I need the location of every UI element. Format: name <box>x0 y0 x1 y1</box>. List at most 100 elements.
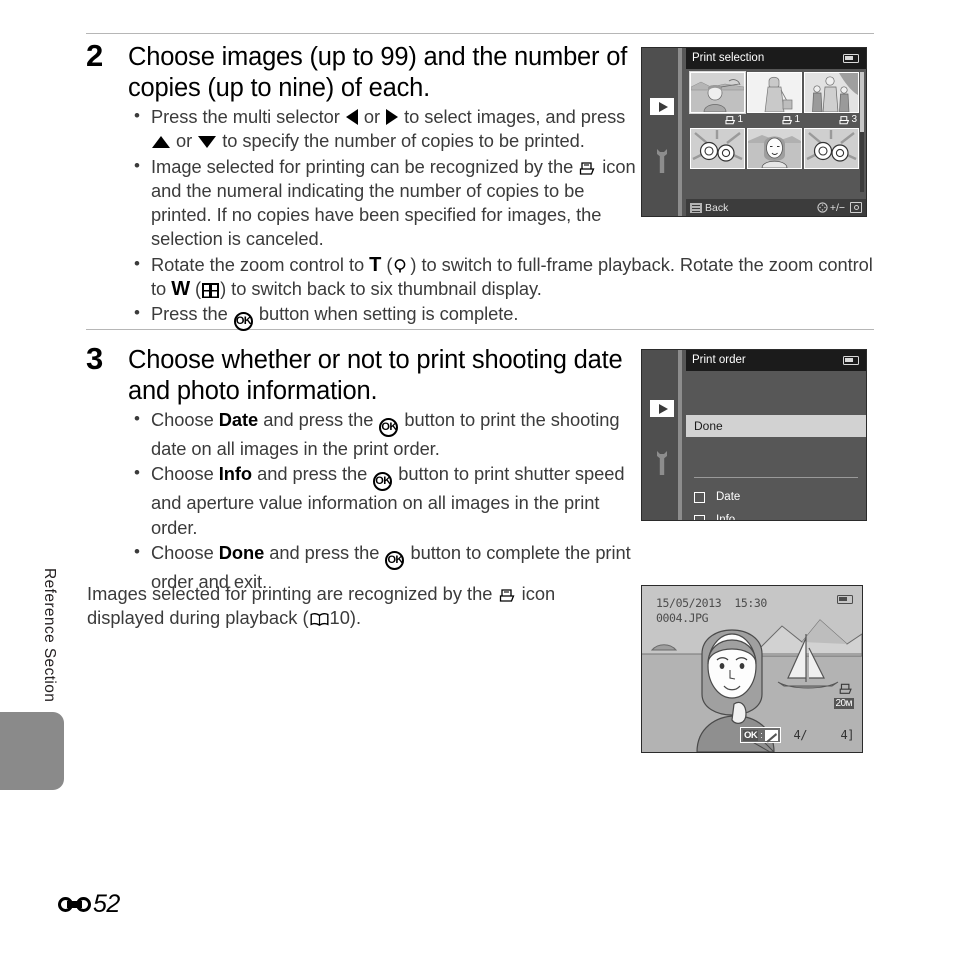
checkbox-label: Info <box>716 514 736 521</box>
scrollbar[interactable] <box>860 72 864 192</box>
ok-hint-bar[interactable]: OK : <box>740 727 781 743</box>
print-selection-screen: Print selection 1 1 3 Back +/− <box>641 47 867 217</box>
battery-icon <box>837 595 853 604</box>
thumbnail-item[interactable]: 3 <box>804 72 859 126</box>
adjust-label: +/− <box>829 201 845 214</box>
thumbnail-image[interactable] <box>804 128 859 169</box>
page-number-value: 52 <box>93 890 120 918</box>
ok-hint-separator: : <box>760 730 763 740</box>
down-arrow-icon <box>198 136 217 149</box>
zoom-tele-label: T <box>369 253 382 276</box>
left-arrow-icon <box>345 109 358 125</box>
thumbnail-item[interactable] <box>804 128 859 182</box>
date-option-label: Date <box>218 409 259 430</box>
print-order-icon <box>499 589 515 602</box>
photo-datetime: 15/05/2013 15:30 0004.JPG <box>656 596 767 626</box>
step-3-bullet-list: Choose Date and press the OK button to p… <box>130 407 650 595</box>
menu-button-icon[interactable] <box>690 202 702 213</box>
zoom-wide-label: W <box>171 278 191 301</box>
step-3-number: 3 <box>86 341 103 376</box>
sidebar-divider <box>678 350 682 520</box>
copies-count: 1 <box>794 114 800 125</box>
thumbnail-item[interactable]: 1 <box>747 72 802 126</box>
thumbnail-copies <box>804 169 859 182</box>
menu-sidebar <box>642 350 682 520</box>
copies-count: 3 <box>851 114 857 125</box>
info-option-label: Info <box>218 463 253 485</box>
scrollbar-thumb[interactable] <box>860 72 864 132</box>
screen-title: Print order <box>686 350 866 371</box>
closing-paragraph: Images selected for printing are recogni… <box>87 583 556 629</box>
thumbnail-item[interactable]: 1 <box>689 71 746 126</box>
list-item: Choose Info and press the OK button to p… <box>130 461 650 540</box>
thumbnail-copies <box>690 169 745 182</box>
checkbox-icon[interactable] <box>694 514 705 520</box>
setup-wrench-icon[interactable] <box>653 148 671 174</box>
photo-girl-under-umbrella <box>691 73 744 112</box>
playback-icon[interactable] <box>650 98 674 115</box>
battery-icon <box>843 54 859 63</box>
magnify-icon <box>395 258 406 273</box>
thumbnail-image[interactable] <box>689 71 746 114</box>
step-2-heading: Choose images (up to 99) and the number … <box>128 43 628 102</box>
battery-icon <box>843 356 859 365</box>
book-reference-icon <box>310 613 329 627</box>
photo-filename: 0004.JPG <box>656 611 709 625</box>
ok-button-icon: OK <box>233 312 253 332</box>
thumbnail-grid: 1 1 3 <box>689 71 860 182</box>
up-arrow-icon <box>152 136 170 149</box>
photo-woman-with-bag <box>748 73 801 112</box>
thumbnail-copies: 3 <box>804 113 859 126</box>
print-order-icon <box>782 116 793 125</box>
ok-button-icon: OK <box>379 418 399 437</box>
screen-footer: Back +/− <box>686 199 866 216</box>
section-tab <box>0 712 64 790</box>
ok-button-icon: OK <box>373 472 393 492</box>
checkbox-row-date[interactable]: Date <box>694 491 740 503</box>
menu-sidebar <box>642 48 682 216</box>
list-item: Image selected for printing can be recog… <box>130 154 641 252</box>
thumbnail-item[interactable] <box>690 128 745 182</box>
list-item: Press the OK button when setting is comp… <box>130 301 870 332</box>
setup-wrench-icon[interactable] <box>653 450 671 476</box>
menu-item-done[interactable]: Done <box>686 415 866 437</box>
thumbnail-view-icon <box>202 283 220 299</box>
back-label[interactable]: Back <box>705 202 728 214</box>
thumbnail-copies: 1 <box>690 113 745 126</box>
thumbnail-copies: 1 <box>747 113 802 126</box>
done-option-label: Done <box>218 541 265 563</box>
thumbnail-image[interactable] <box>747 72 802 113</box>
reference-section-icon <box>58 896 91 914</box>
print-order-icon <box>580 161 595 175</box>
step-3-heading: Choose whether or not to print shooting … <box>128 346 623 405</box>
magnify-icon[interactable] <box>850 202 862 213</box>
print-order-screen: Print order Done Date Info <box>641 349 867 521</box>
photo-flowers <box>691 129 744 168</box>
multi-selector-icon <box>817 202 828 213</box>
checkbox-row-info[interactable]: Info <box>694 514 736 521</box>
quick-effects-icon <box>764 729 778 742</box>
photo-family-group <box>805 73 858 112</box>
print-order-icon <box>725 116 736 125</box>
ok-button-icon: OK <box>385 550 405 570</box>
photo-flowers <box>805 129 858 168</box>
thumbnail-item[interactable] <box>747 128 802 182</box>
right-arrow-icon <box>386 109 399 125</box>
step-2-number: 2 <box>86 38 103 73</box>
checkbox-icon[interactable] <box>694 491 705 503</box>
photo-date: 15/05/2013 <box>656 596 722 610</box>
print-order-icon <box>839 683 852 694</box>
checkbox-label: Date <box>716 491 741 503</box>
image-size-badge: 20м <box>833 698 854 709</box>
ok-hint-label: OK <box>743 729 759 741</box>
thumbnail-image[interactable] <box>690 128 745 169</box>
top-divider <box>86 33 874 34</box>
playback-icon[interactable] <box>650 400 674 417</box>
thumbnail-image[interactable] <box>747 128 802 169</box>
screen-title: Print selection <box>686 48 866 69</box>
photo-time: 15:30 <box>734 596 767 610</box>
thumbnail-image[interactable] <box>804 72 859 113</box>
copies-count: 1 <box>737 114 743 125</box>
page-number: 52 <box>58 890 120 919</box>
manual-page: 2 Choose images (up to 99) and the numbe… <box>0 0 954 954</box>
